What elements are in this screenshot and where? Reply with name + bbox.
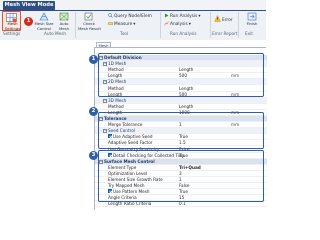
analysis-dropdown-icon[interactable]: ▾: [189, 22, 191, 27]
finish-icon: [247, 12, 257, 21]
mesh-settings-label: Mesh Settings: [4, 21, 21, 31]
property-label-text: Default Division: [104, 55, 142, 60]
ribbon-separator: [75, 12, 76, 38]
group-label-run-analysis: Run Analysis: [170, 31, 197, 36]
checkbox-checked-icon[interactable]: [108, 152, 112, 157]
collapse-toggle-icon[interactable]: −: [99, 117, 103, 121]
ribbon-separator: [210, 12, 211, 38]
group-label-error-report: Error Report: [212, 31, 238, 36]
run-analysis-button[interactable]: Run Analysis▾: [164, 13, 200, 20]
property-label-text: Length Ratio Criteria: [108, 201, 152, 207]
mesh-size-control-label: Mesh Size Control: [34, 21, 54, 31]
property-label-text: 3D Mesh: [108, 97, 127, 103]
property-label-text: Element Type: [108, 164, 137, 170]
property-label-text: Merge Tolerance: [108, 122, 143, 128]
ribbon-separator: [160, 12, 161, 38]
property-label-text: Use Geometry Proximity: [108, 146, 159, 152]
mesh-size-control-icon: [39, 12, 49, 21]
collapse-toggle-icon[interactable]: −: [99, 159, 103, 164]
property-label-text: Seed Control: [108, 128, 135, 134]
query-node-elem-label: Query Node/Elem: [114, 14, 152, 19]
property-label-text: Method: [108, 67, 124, 73]
error-label: Error: [222, 18, 233, 23]
property-label: Length Ratio Criteria: [108, 201, 151, 207]
measure-dropdown-icon[interactable]: ▾: [133, 22, 135, 27]
callout-number-3: 3: [89, 151, 98, 160]
collapse-toggle-icon[interactable]: −: [103, 62, 107, 67]
group-label-exit: Exit: [245, 31, 253, 36]
analysis-label: Analysis: [170, 22, 188, 27]
property-label-text: Use Adaptive Seed: [113, 134, 153, 140]
callout-number-2: 2: [89, 107, 98, 116]
property-label-text: Length: [108, 109, 123, 115]
run-analysis-dropdown-icon[interactable]: ▾: [198, 14, 200, 19]
query-icon: [108, 13, 113, 18]
property-label-text: Try Mapped Mesh: [108, 183, 145, 189]
auto-mesh-label: Auto Mesh: [59, 21, 69, 31]
property-label-text: Length: [108, 91, 123, 97]
check-mesh-result-label: Check Mesh Result: [78, 21, 101, 31]
auto-mesh-icon: [59, 12, 69, 21]
analysis-icon: [164, 21, 169, 26]
property-label-text: Optimization Level: [108, 170, 148, 176]
group-label-auto-mesh: Auto Mesh: [44, 31, 67, 36]
property-label-text: Tolerance: [104, 116, 127, 121]
collapse-toggle-icon[interactable]: −: [103, 80, 107, 85]
property-label-text: Detail Checking for Collected Tiny: [113, 152, 185, 158]
collapse-toggle-icon[interactable]: −: [99, 56, 103, 60]
property-label-text: 2D Mesh: [108, 79, 127, 85]
auto-mesh-button[interactable]: Auto Mesh: [56, 12, 72, 31]
checkbox-checked-icon[interactable]: [108, 189, 112, 194]
check-mesh-result-button[interactable]: Check Mesh Result: [78, 12, 101, 31]
property-label-text: Use Pattern Mesh: [113, 189, 150, 195]
mesh-settings-button[interactable]: Mesh Settings: [2, 11, 21, 31]
property-label-text: Angle Criteria: [108, 195, 137, 201]
ribbon-tab-mesh-view-mode[interactable]: Mesh View Mode: [3, 1, 55, 10]
ribbon: Mesh View Mode Mesh Settings 1 Mesh Size…: [0, 0, 266, 40]
property-label-text: Method: [108, 85, 124, 91]
collapse-toggle-icon[interactable]: −: [103, 129, 107, 134]
error-icon: [214, 15, 221, 22]
run-analysis-label: Run Analysis: [170, 14, 198, 19]
group-label-settings: Settings: [3, 31, 21, 36]
callout-number-1: 1: [89, 55, 98, 64]
ruler-icon: [108, 22, 113, 25]
property-label-text: Element Size Growth Rate: [108, 177, 163, 182]
mesh-properties-panel: −Default Division −1D Mesh Method Length Len…: [94, 47, 267, 210]
property-label-text: 1D Mesh: [108, 61, 127, 67]
property-label-text: Length: [108, 73, 123, 79]
ribbon-separator: [238, 12, 239, 38]
property-row[interactable]: Length Ratio Criteria 0.1: [95, 201, 267, 208]
property-label-text: Adaptive Seed Factor: [108, 140, 153, 146]
property-label-text: Surface Mesh Control: [104, 158, 155, 164]
checkbox-checked-icon[interactable]: [108, 134, 112, 139]
finish-label: Finish: [246, 21, 258, 26]
analysis-button[interactable]: Analysis▾: [164, 21, 191, 28]
measure-button[interactable]: Measure▾: [108, 21, 135, 28]
property-label-text: Method: [108, 103, 124, 109]
error-button[interactable]: Error: [214, 15, 232, 24]
measure-label: Measure: [114, 22, 133, 27]
check-mesh-result-icon: [84, 12, 93, 21]
collapse-toggle-icon[interactable]: −: [103, 98, 107, 103]
query-node-elem-button[interactable]: Query Node/Elem: [108, 13, 152, 20]
property-value[interactable]: 0.1: [179, 201, 186, 207]
run-analysis-icon: [165, 13, 169, 18]
step-badge: 1: [24, 17, 33, 26]
mesh-size-control-button[interactable]: Mesh Size Control: [34, 12, 54, 31]
finish-button[interactable]: Finish: [242, 12, 262, 27]
group-label-tool: Tool: [120, 31, 129, 36]
